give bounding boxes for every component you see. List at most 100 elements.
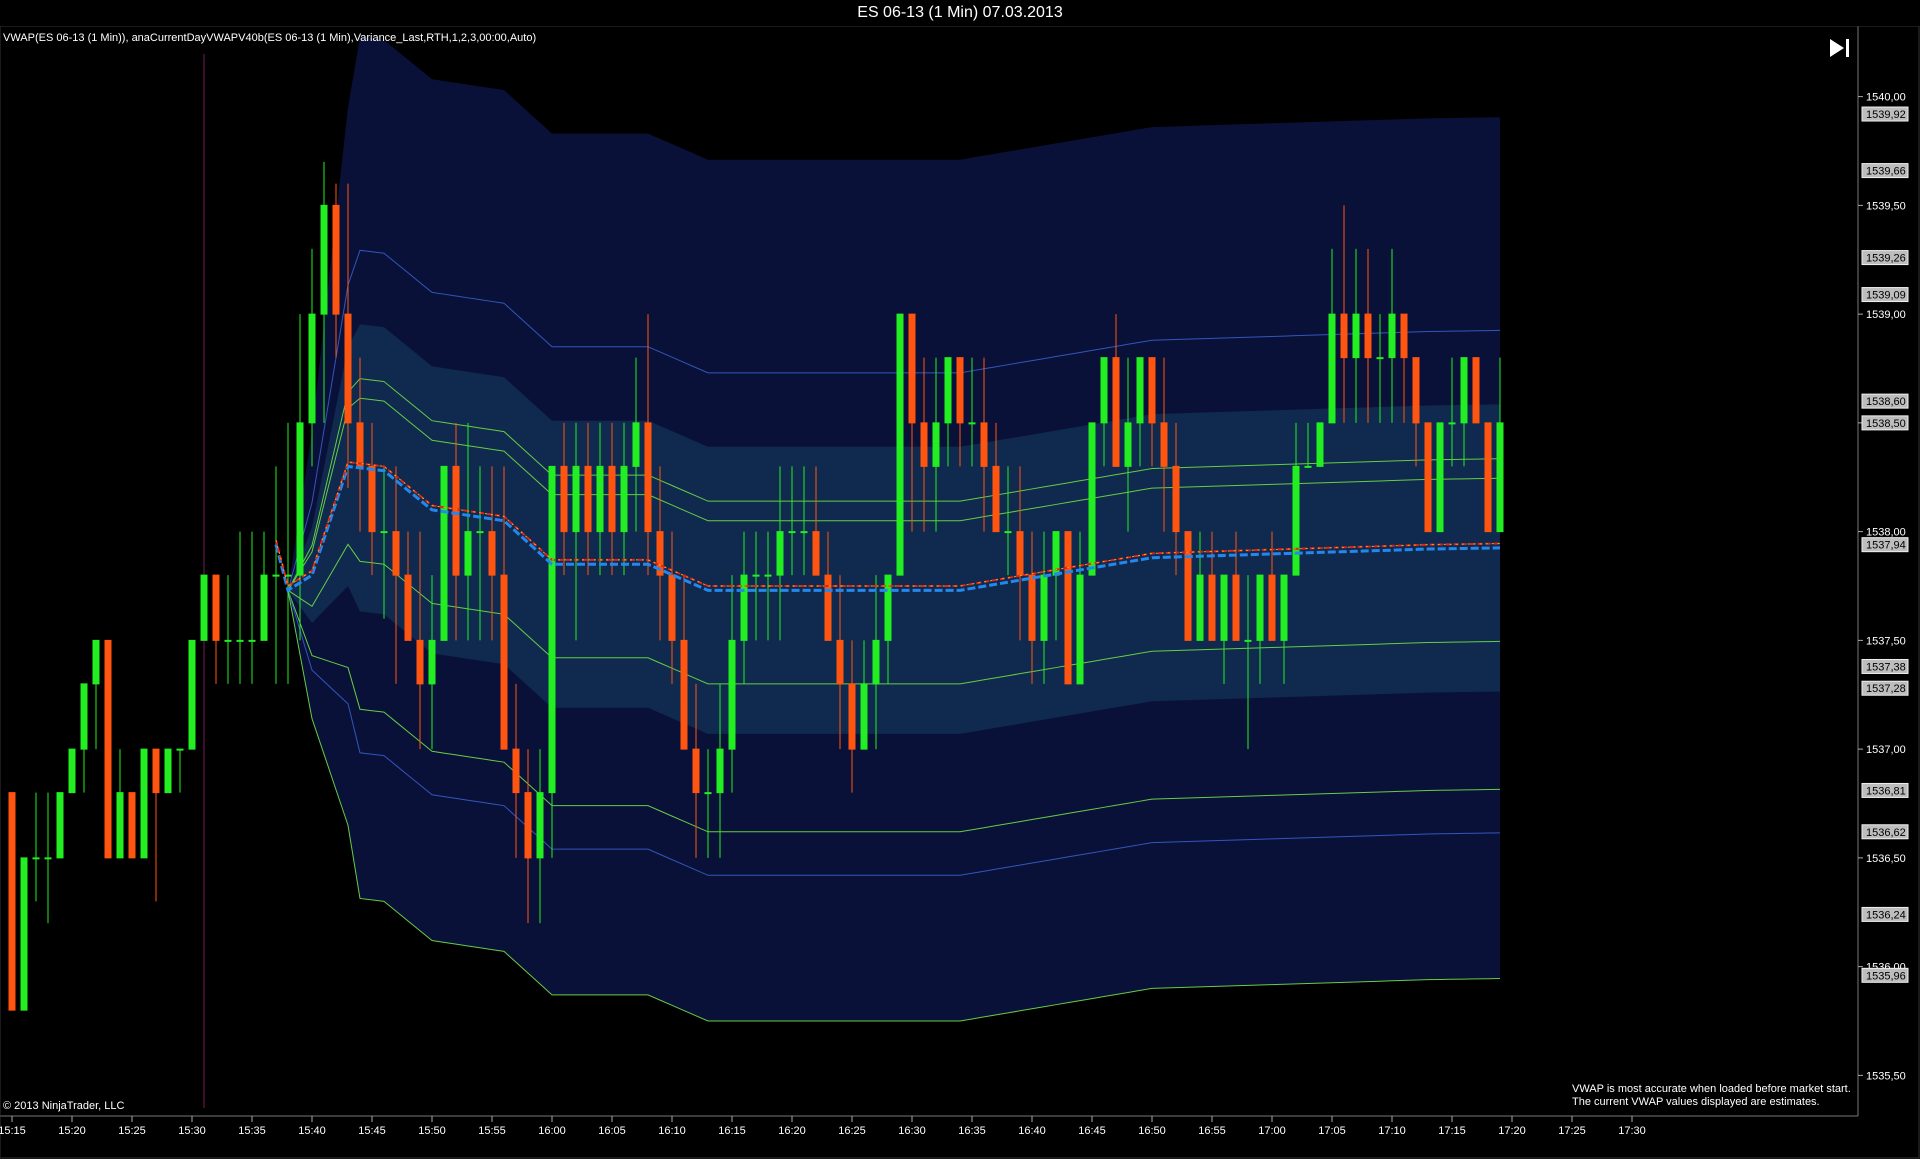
vwap-note-line-2: The current VWAP values displayed are es…	[1572, 1096, 1820, 1108]
x-tick-label: 16:05	[598, 1125, 626, 1137]
candle-body	[392, 531, 400, 576]
x-tick-label: 15:35	[238, 1125, 266, 1137]
candle-body	[248, 639, 256, 642]
candle-body	[740, 574, 748, 641]
skip-to-end-icon[interactable]	[1826, 34, 1854, 62]
candle-body	[464, 531, 472, 576]
x-tick-label: 15:45	[358, 1125, 386, 1137]
candle-body	[1040, 574, 1048, 641]
candle-body	[296, 422, 304, 576]
candle	[212, 574, 220, 684]
candle-body	[896, 313, 904, 576]
candle-body	[692, 748, 700, 794]
candle	[1184, 531, 1192, 641]
candle-body	[1256, 574, 1264, 641]
candle-body	[1172, 465, 1180, 533]
x-tick-label: 15:30	[178, 1125, 206, 1137]
price-tag-label: 1537,94	[1866, 540, 1906, 552]
candle-body	[680, 639, 688, 750]
x-tick-label: 16:30	[898, 1125, 926, 1137]
candle-body	[668, 574, 676, 641]
price-tag-label: 1537,38	[1866, 661, 1906, 673]
candle	[164, 748, 172, 794]
candle	[188, 639, 196, 750]
candle	[32, 792, 40, 902]
price-tag: 1535,96	[1861, 967, 1909, 983]
price-tag: 1539,92	[1861, 106, 1909, 122]
candle	[20, 857, 28, 1011]
x-tick-label: 15:15	[0, 1125, 26, 1137]
candle-body	[812, 531, 820, 576]
candle	[104, 639, 112, 859]
price-tag: 1538,60	[1861, 393, 1909, 409]
candle-body	[236, 639, 244, 642]
candlestick-chart[interactable]: 1540,001539,501539,001538,501538,001537,…	[0, 26, 1920, 1159]
candle-body	[152, 748, 160, 794]
candle-body	[308, 313, 316, 424]
candle	[1064, 531, 1072, 685]
candle	[44, 792, 52, 924]
candle-body	[272, 574, 280, 577]
x-tick-label: 17:10	[1378, 1125, 1406, 1137]
candle-body	[1412, 357, 1420, 424]
chart-panel[interactable]: 1540,001539,501539,001538,501538,001537,…	[0, 26, 1920, 1159]
candle-body	[1244, 639, 1252, 642]
price-tag-label: 1536,24	[1866, 909, 1906, 921]
candle-body	[716, 748, 724, 794]
candle-body	[632, 422, 640, 467]
candle-body	[1448, 422, 1456, 425]
x-tick-label: 15:25	[118, 1125, 146, 1137]
x-tick-label: 15:40	[298, 1125, 326, 1137]
x-tick-label: 16:25	[838, 1125, 866, 1137]
candle-body	[128, 792, 136, 859]
x-tick-label: 17:30	[1618, 1125, 1646, 1137]
candle-body	[188, 639, 196, 750]
candle-body	[1316, 422, 1324, 467]
candle-body	[428, 639, 436, 685]
vwap-note-line-1: VWAP is most accurate when loaded before…	[1572, 1083, 1851, 1095]
candle-body	[560, 465, 568, 533]
candle	[8, 792, 16, 1011]
y-tick-label: 1535,50	[1866, 1070, 1906, 1082]
y-tick-label: 1539,00	[1866, 309, 1906, 321]
candle-body	[404, 574, 412, 641]
candle-body	[764, 574, 772, 577]
candle-body	[992, 465, 1000, 533]
price-tag-label: 1539,26	[1866, 253, 1906, 265]
candle-body	[800, 531, 808, 534]
candle-body	[1160, 422, 1168, 467]
candle-body	[548, 465, 556, 794]
candle-body	[1496, 422, 1504, 533]
vwap-note: VWAP is most accurate when loaded before…	[1572, 1083, 1851, 1109]
x-tick-label: 16:10	[658, 1125, 686, 1137]
candle-body	[932, 422, 940, 467]
candle	[152, 748, 160, 902]
indicator-label: VWAP(ES 06-13 (1 Min)), anaCurrentDayVWA…	[3, 32, 537, 44]
x-tick-label: 15:55	[478, 1125, 506, 1137]
skip-to-end-glyph	[1830, 39, 1849, 57]
price-tag-label: 1536,81	[1866, 785, 1906, 797]
candle-body	[848, 683, 856, 750]
price-tag: 1536,62	[1861, 824, 1909, 840]
candle-body	[1388, 313, 1396, 359]
candle-body	[1100, 357, 1108, 424]
candle-body	[584, 465, 592, 533]
candle-body	[776, 531, 784, 576]
candle-body	[260, 574, 268, 641]
candle-body	[332, 204, 340, 315]
candle-body	[788, 531, 796, 534]
candle-body	[56, 792, 64, 859]
candle-body	[1304, 465, 1312, 468]
candle	[200, 574, 208, 641]
price-tag-label: 1538,50	[1866, 418, 1906, 430]
candle-body	[1436, 422, 1444, 533]
price-tag: 1537,28	[1861, 680, 1909, 696]
x-tick-label: 15:50	[418, 1125, 446, 1137]
candle-body	[1124, 422, 1132, 467]
candle-body	[1424, 422, 1432, 533]
candle	[1472, 357, 1480, 424]
y-tick-label: 1537,00	[1866, 744, 1906, 756]
candle-body	[1328, 313, 1336, 424]
candle-body	[20, 857, 28, 1011]
candle-body	[596, 465, 604, 533]
